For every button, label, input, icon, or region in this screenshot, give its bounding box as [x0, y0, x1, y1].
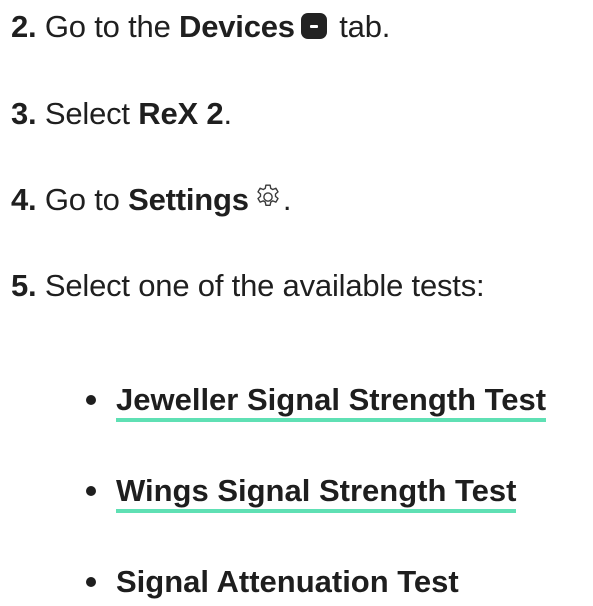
- step-text: tab.: [330, 9, 391, 44]
- step-text: Select one of the available tests:: [36, 268, 485, 303]
- step-number: 5.: [11, 268, 37, 303]
- step-number: 2.: [11, 9, 37, 44]
- step-5: 5. Select one of the available tests:: [11, 266, 485, 306]
- step-text: Go to the: [36, 9, 180, 44]
- bullet-icon: [86, 577, 96, 587]
- step-number: 4.: [11, 182, 37, 217]
- wings-signal-strength-test-link[interactable]: Wings Signal Strength Test: [116, 473, 517, 513]
- gear-icon: [257, 184, 279, 206]
- step-number: 3.: [11, 96, 37, 131]
- step-text: .: [223, 96, 232, 131]
- bullet-icon: [86, 395, 96, 405]
- list-item: Wings Signal Strength Test: [86, 471, 517, 513]
- bullet-icon: [86, 486, 96, 496]
- step-3: 3. Select ReX 2.: [11, 94, 232, 134]
- step-4: 4. Go to Settings .: [11, 180, 291, 220]
- jeweller-signal-strength-test-link[interactable]: Jeweller Signal Strength Test: [116, 382, 547, 422]
- devices-label: Devices: [179, 9, 295, 44]
- device-name: ReX 2: [138, 96, 224, 131]
- step-text: .: [282, 182, 292, 217]
- list-item: Signal Attenuation Test: [86, 562, 459, 602]
- devices-tab-icon: [300, 13, 327, 39]
- signal-attenuation-test-label: Signal Attenuation Test: [116, 564, 459, 599]
- step-text: Select: [36, 96, 139, 131]
- step-2: 2. Go to the Devices tab.: [11, 7, 390, 47]
- step-text: Go to: [36, 182, 129, 217]
- settings-label: Settings: [128, 182, 249, 217]
- list-item: Jeweller Signal Strength Test: [86, 380, 547, 422]
